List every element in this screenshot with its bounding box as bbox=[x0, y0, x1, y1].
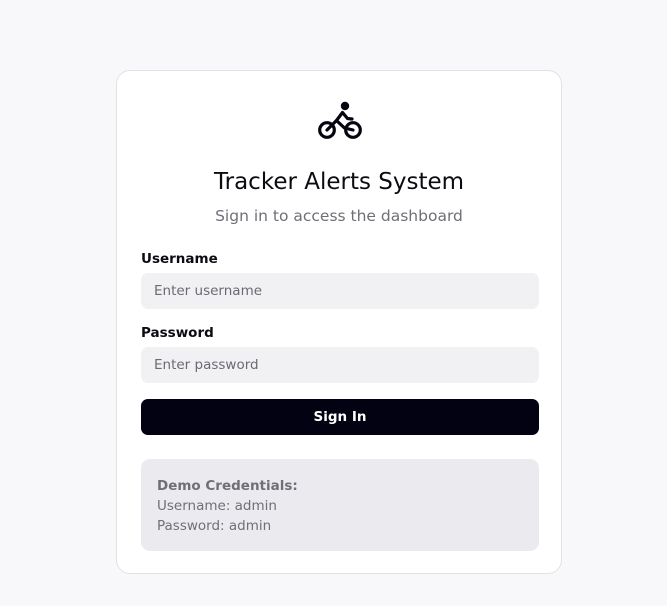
password-input[interactable] bbox=[141, 347, 539, 383]
username-input[interactable] bbox=[141, 273, 539, 309]
page-title: Tracker Alerts System bbox=[213, 169, 465, 195]
demo-credentials-box: Demo Credentials: Username: admin Passwo… bbox=[141, 459, 539, 551]
password-label: Password bbox=[141, 325, 214, 341]
login-card: Tracker Alerts System Sign in to access … bbox=[116, 70, 562, 574]
demo-password-line: Password: admin bbox=[157, 518, 272, 534]
username-label: Username bbox=[141, 251, 218, 267]
demo-credentials-title: Demo Credentials: bbox=[157, 478, 298, 494]
bike-rider-icon bbox=[318, 101, 362, 139]
page-subtitle: Sign in to access the dashboard bbox=[215, 207, 463, 225]
demo-username-line: Username: admin bbox=[157, 498, 277, 514]
sign-in-button[interactable]: Sign In bbox=[141, 399, 539, 435]
